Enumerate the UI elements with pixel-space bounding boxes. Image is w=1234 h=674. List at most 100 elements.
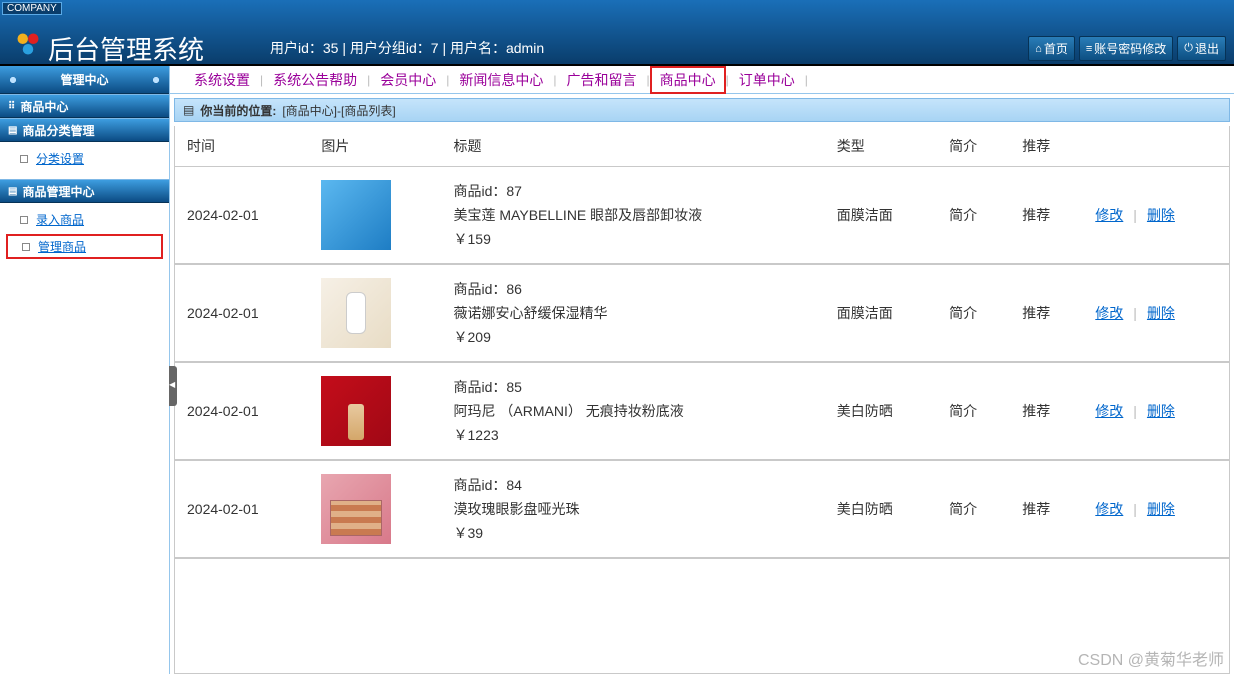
cell-image xyxy=(309,167,441,265)
sidebar: 管理中心 ⠿商品中心 ▤商品分类管理 分类设置 ▤商品管理中心 录入商品 管理商… xyxy=(0,66,170,674)
cell-image xyxy=(309,264,441,362)
list-icon: ▤ xyxy=(8,186,16,197)
cell-type: 面膜洁面 xyxy=(825,167,937,265)
sidebar-item-manage-products[interactable]: 管理商品 xyxy=(6,234,163,259)
cell-intro: 简介 xyxy=(937,264,1010,362)
edit-link[interactable]: 修改 xyxy=(1095,403,1123,419)
col-actions xyxy=(1083,126,1229,167)
sidebar-item-category-settings[interactable]: 分类设置 xyxy=(0,146,169,171)
cell-date: 2024-02-01 xyxy=(175,167,309,265)
cell-actions: 修改|删除 xyxy=(1083,460,1229,558)
sidebar-section-products[interactable]: ⠿商品中心 xyxy=(0,94,169,118)
delete-link[interactable]: 删除 xyxy=(1147,403,1175,419)
cell-title: 商品id：85阿玛尼 （ARMANI） 无痕持妆粉底液￥1223 xyxy=(442,362,825,460)
watermark: CSDN @黄菊华老师 xyxy=(1078,646,1224,670)
cell-intro: 简介 xyxy=(937,362,1010,460)
nav-ads-messages[interactable]: 广告和留言 xyxy=(557,70,647,90)
breadcrumb-path: [商品中心]-[商品列表] xyxy=(282,102,395,119)
product-thumbnail[interactable] xyxy=(321,278,391,348)
cell-type: 美白防晒 xyxy=(825,362,937,460)
cell-type: 美白防晒 xyxy=(825,460,937,558)
col-image: 图片 xyxy=(309,126,441,167)
product-price: ￥209 xyxy=(454,327,813,347)
product-name: 美宝莲 MAYBELLINE 眼部及唇部卸妆液 xyxy=(454,205,813,225)
product-name: 阿玛尼 （ARMANI） 无痕持妆粉底液 xyxy=(454,401,813,421)
system-title: 后台管理系统 xyxy=(48,30,204,67)
product-name: 漠玫瑰眼影盘哑光珠 xyxy=(454,499,813,519)
delete-link[interactable]: 删除 xyxy=(1147,207,1175,223)
delete-link[interactable]: 删除 xyxy=(1147,305,1175,321)
nav-member-center[interactable]: 会员中心 xyxy=(370,70,446,90)
product-id: 商品id：86 xyxy=(454,279,813,299)
product-thumbnail[interactable] xyxy=(321,180,391,250)
cell-intro: 简介 xyxy=(937,167,1010,265)
cell-title: 商品id：86 薇诺娜安心舒缓保湿精华 ￥209 xyxy=(442,264,825,362)
nav-product-center[interactable]: 商品中心 xyxy=(650,66,726,94)
sidebar-header: 管理中心 xyxy=(0,66,169,94)
cell-date: 2024-02-01 xyxy=(175,264,309,362)
cell-intro: 简介 xyxy=(937,460,1010,558)
cell-rec: 推荐 xyxy=(1010,460,1083,558)
product-thumbnail[interactable] xyxy=(321,474,391,544)
nav-system-settings[interactable]: 系统设置 xyxy=(184,70,260,90)
list-icon: ▤ xyxy=(8,125,16,136)
sidebar-group-body: 分类设置 xyxy=(0,142,169,179)
nav-order-center[interactable]: 订单中心 xyxy=(729,70,805,90)
logout-button[interactable]: ⏻退出 xyxy=(1177,36,1226,61)
sidebar-group-product-mgmt[interactable]: ▤商品管理中心 xyxy=(0,179,169,203)
square-icon xyxy=(20,216,28,224)
delete-link[interactable]: 删除 xyxy=(1147,501,1175,517)
nav-news-center[interactable]: 新闻信息中心 xyxy=(449,70,553,90)
edit-link[interactable]: 修改 xyxy=(1095,305,1123,321)
sidebar-item-add-product[interactable]: 录入商品 xyxy=(0,207,169,232)
cell-rec: 推荐 xyxy=(1010,362,1083,460)
product-name: 薇诺娜安心舒缓保湿精华 xyxy=(454,303,813,323)
user-info: 用户id：35 | 用户分组id：7 | 用户名：admin xyxy=(270,38,544,58)
table-row: 2024-02-01商品id：85阿玛尼 （ARMANI） 无痕持妆粉底液￥12… xyxy=(175,362,1229,460)
cell-image xyxy=(309,460,441,558)
doc-icon: ▤ xyxy=(183,103,194,117)
square-icon xyxy=(20,155,28,163)
splitter-handle[interactable] xyxy=(169,366,177,406)
home-icon: ⌂ xyxy=(1035,43,1042,55)
product-id: 商品id：87 xyxy=(454,181,813,201)
cell-rec: 推荐 xyxy=(1010,167,1083,265)
logo-icon xyxy=(14,30,42,58)
col-type: 类型 xyxy=(825,126,937,167)
table-row: 2024-02-01商品id：84漠玫瑰眼影盘哑光珠￥39美白防晒简介推荐修改|… xyxy=(175,460,1229,558)
product-price: ￥1223 xyxy=(454,425,813,445)
square-icon xyxy=(22,243,30,251)
password-button[interactable]: ≡账号密码修改 xyxy=(1079,36,1173,61)
breadcrumb: ▤ 你当前的位置: [商品中心]-[商品列表] xyxy=(174,98,1230,122)
nav-announce-help[interactable]: 系统公告帮助 xyxy=(263,70,367,90)
edit-link[interactable]: 修改 xyxy=(1095,207,1123,223)
sidebar-group-body: 录入商品 管理商品 xyxy=(0,203,169,269)
cell-type: 面膜洁面 xyxy=(825,264,937,362)
cell-date: 2024-02-01 xyxy=(175,362,309,460)
breadcrumb-label: 你当前的位置: xyxy=(200,102,276,119)
col-intro: 简介 xyxy=(937,126,1010,167)
col-rec: 推荐 xyxy=(1010,126,1083,167)
content: 系统设置| 系统公告帮助| 会员中心| 新闻信息中心| 广告和留言| 商品中心|… xyxy=(170,66,1234,674)
product-thumbnail[interactable] xyxy=(321,376,391,446)
cell-date: 2024-02-01 xyxy=(175,460,309,558)
home-button[interactable]: ⌂首页 xyxy=(1028,36,1075,61)
product-price: ￥159 xyxy=(454,229,813,249)
edit-link[interactable]: 修改 xyxy=(1095,501,1123,517)
cell-rec: 推荐 xyxy=(1010,264,1083,362)
cell-actions: 修改|删除 xyxy=(1083,264,1229,362)
cell-title: 商品id：87 美宝莲 MAYBELLINE 眼部及唇部卸妆液 ￥159 xyxy=(442,167,825,265)
col-title: 标题 xyxy=(442,126,825,167)
grid-icon: ⠿ xyxy=(8,101,14,112)
power-icon: ⏻ xyxy=(1184,42,1193,55)
cell-actions: 修改|删除 xyxy=(1083,362,1229,460)
cell-actions: 修改|删除 xyxy=(1083,167,1229,265)
top-actions: ⌂首页 ≡账号密码修改 ⏻退出 xyxy=(1028,36,1226,61)
table-header-row: 时间 图片 标题 类型 简介 推荐 xyxy=(175,126,1229,167)
sidebar-group-category[interactable]: ▤商品分类管理 xyxy=(0,118,169,142)
product-table: 时间 图片 标题 类型 简介 推荐 2024-02-01 商品id：87 美宝莲 M… xyxy=(175,126,1229,559)
grid-wrap: 时间 图片 标题 类型 简介 推荐 2024-02-01 商品id：87 美宝莲 M… xyxy=(174,126,1230,674)
table-row: 2024-02-01 商品id：86 薇诺娜安心舒缓保湿精华 ￥209 面膜洁面简介推荐… xyxy=(175,264,1229,362)
list-icon: ≡ xyxy=(1086,43,1092,55)
table-row: 2024-02-01 商品id：87 美宝莲 MAYBELLINE 眼部及唇部卸妆液… xyxy=(175,167,1229,265)
